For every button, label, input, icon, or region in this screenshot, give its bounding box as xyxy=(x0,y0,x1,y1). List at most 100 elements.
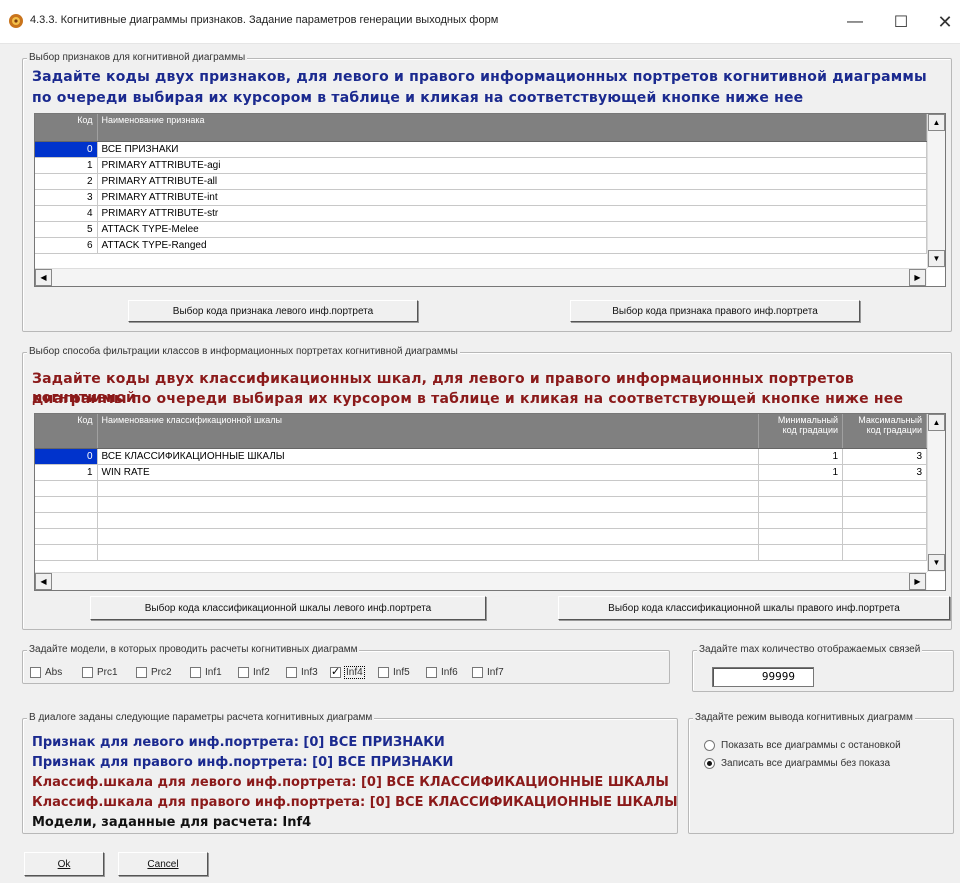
feature-selection-legend: Выбор признаков для когнитивной диаграмм… xyxy=(27,52,248,63)
cell-code[interactable]: 1 xyxy=(35,157,98,174)
models-legend: Задайте модели, в которых проводить расч… xyxy=(27,644,360,655)
checkbox-inf3[interactable]: Inf3 xyxy=(286,667,318,678)
radio-save-without-show[interactable]: Записать все диаграммы без показа xyxy=(704,758,890,769)
checkbox-inf1[interactable]: Inf1 xyxy=(190,667,222,678)
scroll-right-icon[interactable]: ▶ xyxy=(909,269,926,286)
checkbox-abs[interactable]: Abs xyxy=(30,667,62,678)
radio-show-with-stop[interactable]: Показать все диаграммы с остановкой xyxy=(704,740,901,751)
cell-code[interactable]: 0 xyxy=(35,141,98,158)
feature-instructions-line2: по очереди выбирая их курсором в таблице… xyxy=(32,90,804,106)
table-row[interactable]: 0 ВСЕ КЛАССИФИКАЦИОННЫЕ ШКАЛЫ 1 3 xyxy=(35,448,927,465)
checkbox-inf2[interactable]: Inf2 xyxy=(238,667,270,678)
col-header-scale-name[interactable]: Наименование классификационной шкалы xyxy=(97,414,759,449)
max-links-legend: Задайте max количество отображаемых связ… xyxy=(697,644,923,655)
table-row[interactable]: 3 PRIMARY ATTRIBUTE-int xyxy=(35,189,927,206)
app-icon xyxy=(9,14,23,28)
checkbox-box[interactable] xyxy=(286,667,297,678)
cell-max[interactable]: 3 xyxy=(842,448,927,465)
output-mode-group: Задайте режим вывода когнитивных диаграм… xyxy=(688,712,954,834)
col-header-code[interactable]: Код xyxy=(35,414,98,449)
checkbox-box[interactable] xyxy=(378,667,389,678)
cell-min[interactable]: 1 xyxy=(758,464,843,481)
summary-legend: В диалоге заданы следующие параметры рас… xyxy=(27,712,375,723)
checkbox-box[interactable] xyxy=(82,667,93,678)
summary-left-feature: Признак для левого инф.портрета: [0] ВСЕ… xyxy=(32,735,445,750)
checkbox-box[interactable] xyxy=(190,667,201,678)
table-row[interactable]: 6 ATTACK TYPE-Ranged xyxy=(35,237,927,254)
checkbox-box[interactable] xyxy=(30,667,41,678)
table-row-empty xyxy=(35,528,927,545)
scroll-down-icon[interactable]: ▼ xyxy=(928,554,945,571)
cancel-button[interactable]: Cancel xyxy=(118,852,208,876)
summary-left-scale: Классиф.шкала для левого инф.портрета: [… xyxy=(32,775,669,790)
scroll-up-icon[interactable]: ▲ xyxy=(928,414,945,431)
table-row[interactable]: 0 ВСЕ ПРИЗНАКИ xyxy=(35,141,927,158)
output-mode-legend: Задайте режим вывода когнитивных диаграм… xyxy=(693,712,915,723)
cell-name[interactable]: ATTACK TYPE-Melee xyxy=(97,221,927,238)
checkbox-inf7[interactable]: Inf7 xyxy=(472,667,504,678)
table-row-empty xyxy=(35,496,927,513)
col-header-min-grade[interactable]: Минимальный код градации xyxy=(758,414,843,449)
checkbox-box[interactable] xyxy=(238,667,249,678)
class-scales-table[interactable]: Код Наименование классификационной шкалы… xyxy=(34,413,946,591)
cell-name[interactable]: PRIMARY ATTRIBUTE-str xyxy=(97,205,927,222)
close-button[interactable]: ✕ xyxy=(922,0,960,44)
features-horizontal-scrollbar[interactable]: ◀ ▶ xyxy=(35,268,927,286)
checkbox-prc1[interactable]: Prc1 xyxy=(82,667,118,678)
checkbox-inf4[interactable]: Inf4 xyxy=(330,665,365,679)
select-left-scale-button[interactable]: Выбор кода классификационной шкалы левог… xyxy=(90,596,486,620)
cell-code[interactable]: 1 xyxy=(35,464,98,481)
scales-vertical-scrollbar[interactable]: ▲ ▼ xyxy=(927,414,945,572)
checkbox-box[interactable] xyxy=(136,667,147,678)
checkbox-box-checked[interactable] xyxy=(330,665,341,678)
select-right-scale-button[interactable]: Выбор кода классификационной шкалы право… xyxy=(558,596,950,620)
scroll-right-icon[interactable]: ▶ xyxy=(909,573,926,590)
cell-name[interactable]: ВСЕ ПРИЗНАКИ xyxy=(97,141,927,158)
cell-name[interactable]: PRIMARY ATTRIBUTE-all xyxy=(97,173,927,190)
cell-name[interactable]: ATTACK TYPE-Ranged xyxy=(97,237,927,254)
cell-code[interactable]: 2 xyxy=(35,173,98,190)
table-row-empty xyxy=(35,512,927,529)
features-vertical-scrollbar[interactable]: ▲ ▼ xyxy=(927,114,945,268)
scroll-up-icon[interactable]: ▲ xyxy=(928,114,945,131)
select-left-feature-button[interactable]: Выбор кода признака левого инф.портрета xyxy=(128,300,418,322)
cell-min[interactable]: 1 xyxy=(758,448,843,465)
cell-code[interactable]: 4 xyxy=(35,205,98,222)
select-right-feature-button[interactable]: Выбор кода признака правого инф.портрета xyxy=(570,300,860,322)
cell-name[interactable]: PRIMARY ATTRIBUTE-agi xyxy=(97,157,927,174)
table-row[interactable]: 1 PRIMARY ATTRIBUTE-agi xyxy=(35,157,927,174)
cell-name[interactable]: PRIMARY ATTRIBUTE-int xyxy=(97,189,927,206)
scroll-left-icon[interactable]: ◀ xyxy=(35,573,52,590)
radio-dot-selected[interactable] xyxy=(704,758,715,769)
checkbox-box[interactable] xyxy=(472,667,483,678)
cell-code[interactable]: 6 xyxy=(35,237,98,254)
table-row[interactable]: 2 PRIMARY ATTRIBUTE-all xyxy=(35,173,927,190)
checkbox-inf6[interactable]: Inf6 xyxy=(426,667,458,678)
cell-code[interactable]: 0 xyxy=(35,448,98,465)
cell-name[interactable]: ВСЕ КЛАССИФИКАЦИОННЫЕ ШКАЛЫ xyxy=(97,448,759,465)
checkbox-box[interactable] xyxy=(426,667,437,678)
col-header-feature-name[interactable]: Наименование признака xyxy=(97,114,927,142)
scroll-left-icon[interactable]: ◀ xyxy=(35,269,52,286)
checkbox-prc2[interactable]: Prc2 xyxy=(136,667,172,678)
col-header-code[interactable]: Код xyxy=(35,114,98,142)
table-row[interactable]: 1 WIN RATE 1 3 xyxy=(35,464,927,481)
max-links-input[interactable]: 99999 xyxy=(712,667,814,687)
scales-horizontal-scrollbar[interactable]: ◀ ▶ xyxy=(35,572,927,590)
checkbox-inf5[interactable]: Inf5 xyxy=(378,667,410,678)
cell-code[interactable]: 5 xyxy=(35,221,98,238)
radio-dot[interactable] xyxy=(704,740,715,751)
features-table[interactable]: Код Наименование признака 0 ВСЕ ПРИЗНАКИ … xyxy=(34,113,946,287)
table-row[interactable]: 4 PRIMARY ATTRIBUTE-str xyxy=(35,205,927,222)
col-header-max-grade[interactable]: Максимальный код градации xyxy=(842,414,927,449)
summary-models: Модели, заданные для расчета: Inf4 xyxy=(32,815,312,830)
ok-button[interactable]: Ok xyxy=(24,852,104,876)
minimize-button[interactable]: — xyxy=(832,0,878,44)
class-scale-legend: Выбор способа фильтрации классов в инфор… xyxy=(27,346,460,357)
scroll-down-icon[interactable]: ▼ xyxy=(928,250,945,267)
maximize-button[interactable]: ☐ xyxy=(878,0,924,44)
cell-max[interactable]: 3 xyxy=(842,464,927,481)
cell-code[interactable]: 3 xyxy=(35,189,98,206)
table-row[interactable]: 5 ATTACK TYPE-Melee xyxy=(35,221,927,238)
cell-name[interactable]: WIN RATE xyxy=(97,464,759,481)
